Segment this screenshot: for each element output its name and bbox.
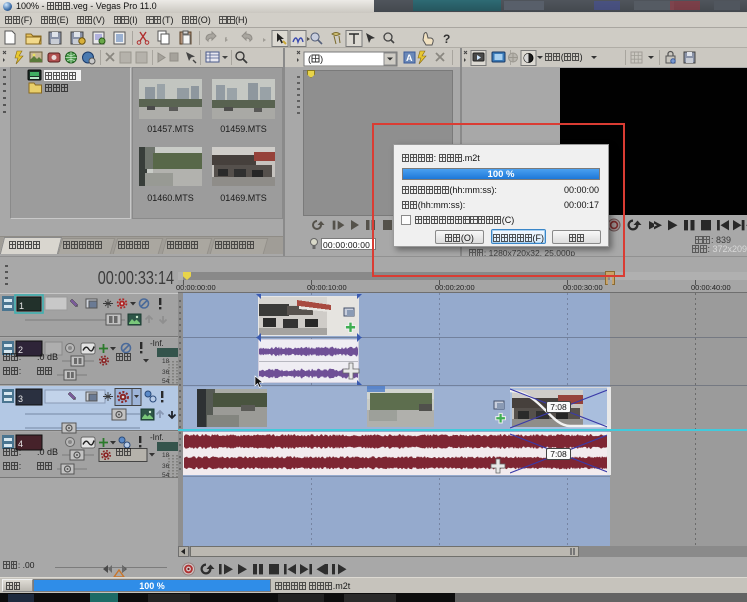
svg-text:3: 3 xyxy=(18,394,23,404)
svg-text:A: A xyxy=(406,53,413,63)
svg-text:?: ? xyxy=(443,32,450,46)
svg-text:1: 1 xyxy=(19,301,24,311)
svg-text:): ) xyxy=(320,54,323,65)
